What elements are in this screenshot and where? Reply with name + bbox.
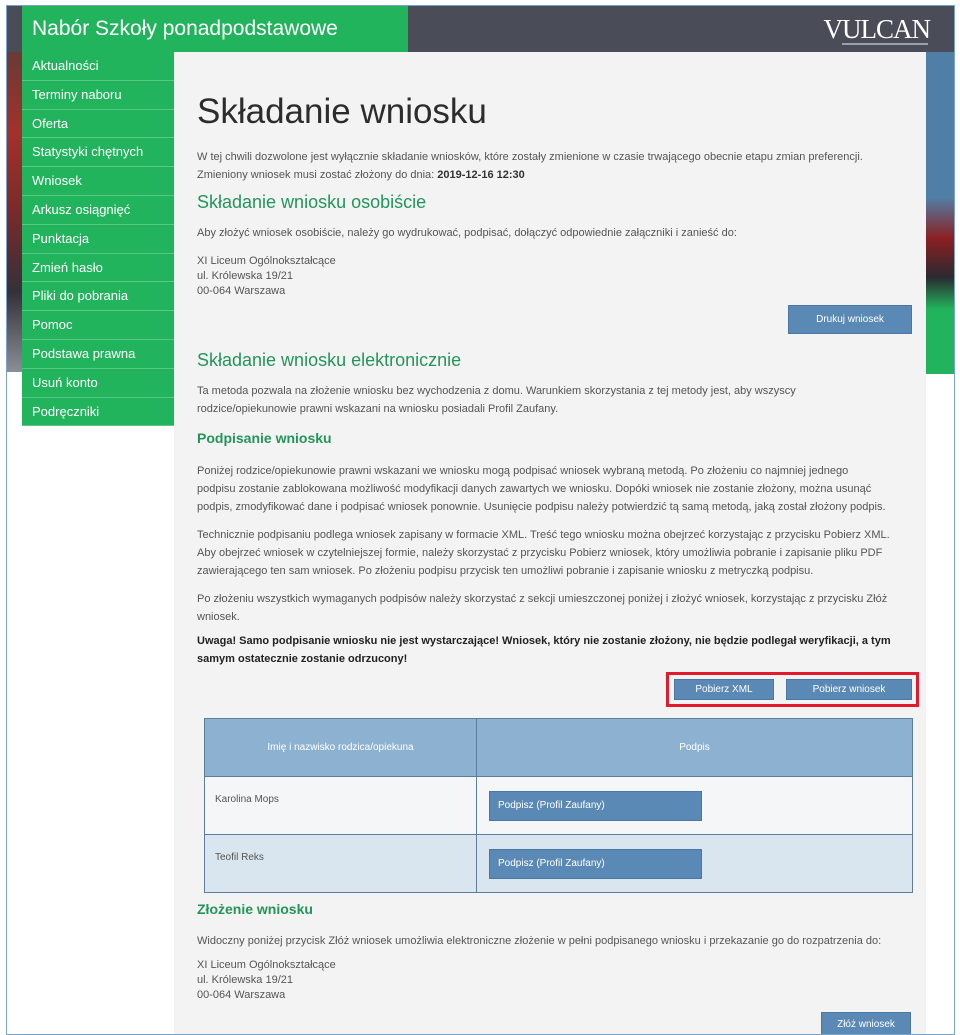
- sidebar-item-statystyki[interactable]: Statystyki chętnych: [22, 138, 174, 168]
- main-content: Składanie wniosku W tej chwili dozwolone…: [174, 52, 926, 1034]
- personal-heading: Składanie wniosku osobiście: [197, 192, 427, 212]
- deadline-label: Zmieniony wniosek musi zostać złożony do…: [197, 169, 435, 181]
- signing-paragraph-3: Po złożeniu wszystkich wymaganych podpis…: [197, 590, 917, 626]
- table-header-row: Imię i nazwisko rodzica/opiekuna Podpis: [204, 718, 913, 777]
- parent-name: Karolina Mops: [204, 776, 477, 835]
- text-line: Poniżej rodzice/opiekunowie prawni wskaz…: [197, 465, 849, 477]
- sidebar-item-arkusz[interactable]: Arkusz osiągnięć: [22, 196, 174, 225]
- sidebar-item-punktacja[interactable]: Punktacja: [22, 225, 174, 254]
- electronic-text: Ta metoda pozwala na złożenie wniosku be…: [197, 382, 917, 418]
- logo-underline: [842, 43, 928, 45]
- deadline-line: Zmieniony wniosek musi zostać złożony do…: [197, 166, 917, 184]
- table-row: Karolina Mops Podpisz (Profil Zaufany): [204, 776, 913, 835]
- sidebar-item-podreczniki[interactable]: Podręczniki: [22, 398, 174, 427]
- sidebar-menu: Aktualności Terminy naboru Oferta Statys…: [22, 52, 174, 427]
- text-line: Ta metoda pozwala na złożenie wniosku be…: [197, 385, 796, 397]
- signing-heading: Podpisanie wniosku: [197, 430, 332, 446]
- sign-trusted-profile-button[interactable]: Podpisz (Profil Zaufany): [489, 790, 702, 821]
- submit-text: Widoczny poniżej przycisk Złóż wniosek u…: [197, 935, 882, 947]
- sidebar-item-podstawa[interactable]: Podstawa prawna: [22, 340, 174, 369]
- intro-text: W tej chwili dozwolone jest wyłącznie sk…: [197, 148, 917, 184]
- sidebar-item-wniosek[interactable]: Wniosek: [22, 167, 174, 196]
- sidebar-item-pliki[interactable]: Pliki do pobrania: [22, 282, 174, 312]
- vulcan-logo: VULCAN: [823, 14, 931, 44]
- text-line: Uwaga! Samo podpisanie wniosku nie jest …: [197, 635, 891, 647]
- text-line: podpis, zmodyfikować dane i podpisać wni…: [197, 501, 886, 513]
- personal-text: Aby złożyć wniosek osobiście, należy go …: [197, 227, 737, 239]
- text-line: podpisu zostanie zablokowana możliwość m…: [197, 483, 872, 495]
- signing-paragraph-2: Technicznie podpisaniu podlega wniosek z…: [197, 526, 917, 580]
- signature-cell: Podpisz (Profil Zaufany): [476, 834, 913, 893]
- browser-frame: Nabór Szkoły ponadpodstawowe VULCAN Aktu…: [6, 5, 955, 1035]
- parent-name: Teofil Reks: [204, 834, 477, 893]
- sign-trusted-profile-button[interactable]: Podpisz (Profil Zaufany): [489, 848, 702, 879]
- submit-heading: Złożenie wniosku: [197, 901, 313, 917]
- table-row: Teofil Reks Podpisz (Profil Zaufany): [204, 834, 913, 893]
- text-line: zawierającego ten sam wniosek. Po złożen…: [197, 565, 814, 577]
- text-line: Technicznie podpisaniu podlega wniosek z…: [197, 529, 890, 541]
- warning-text: Uwaga! Samo podpisanie wniosku nie jest …: [197, 632, 917, 668]
- app-title[interactable]: Nabór Szkoły ponadpodstawowe: [22, 6, 408, 52]
- text-line: wniosek.: [197, 611, 240, 623]
- text-line: Aby obejrzeć wniosek w czytelniejszej fo…: [197, 547, 883, 559]
- signatures-table: Imię i nazwisko rodzica/opiekuna Podpis …: [204, 718, 913, 893]
- deadline-value: 2019-12-16 12:30: [437, 169, 525, 181]
- text-line: samym ostatecznie zostanie odrzucony!: [197, 653, 408, 665]
- download-application-button[interactable]: Pobierz wniosek: [786, 679, 912, 700]
- top-bar: Nabór Szkoły ponadpodstawowe VULCAN: [7, 6, 954, 52]
- text-line: Po złożeniu wszystkich wymaganych podpis…: [197, 593, 888, 605]
- sidebar-item-pomoc[interactable]: Pomoc: [22, 311, 174, 340]
- sidebar-item-zmien-haslo[interactable]: Zmień hasło: [22, 254, 174, 283]
- address-line: XI Liceum Ogólnokształcące: [197, 959, 336, 971]
- sidebar-item-usun-konto[interactable]: Usuń konto: [22, 369, 174, 398]
- column-header-name: Imię i nazwisko rodzica/opiekuna: [204, 718, 477, 777]
- signing-paragraph-1: Poniżej rodzice/opiekunowie prawni wskaz…: [197, 462, 917, 516]
- text-line: rodzice/opiekunowie prawni wskazani na w…: [197, 403, 559, 415]
- address-line: ul. Królewska 19/21: [197, 270, 293, 282]
- address-line: 00-064 Warszawa: [197, 989, 286, 1001]
- address-line: ul. Królewska 19/21: [197, 974, 293, 986]
- electronic-heading: Składanie wniosku elektronicznie: [197, 350, 462, 370]
- signature-cell: Podpisz (Profil Zaufany): [476, 776, 913, 835]
- download-xml-button[interactable]: Pobierz XML: [674, 679, 774, 700]
- sidebar-item-oferta[interactable]: Oferta: [22, 110, 174, 139]
- page-title: Składanie wniosku: [197, 92, 487, 131]
- submit-application-button[interactable]: Złóż wniosek: [821, 1012, 911, 1034]
- print-application-button[interactable]: Drukuj wniosek: [788, 305, 912, 334]
- column-header-signature: Podpis: [476, 718, 913, 777]
- sidebar-item-aktualnosci[interactable]: Aktualności: [22, 52, 174, 81]
- address-line: XI Liceum Ogólnokształcące: [197, 255, 336, 267]
- address-line: 00-064 Warszawa: [197, 285, 286, 297]
- submit-address: XI Liceum Ogólnokształcące ul. Królewska…: [197, 958, 336, 1003]
- sidebar-item-terminy[interactable]: Terminy naboru: [22, 81, 174, 110]
- personal-address: XI Liceum Ogólnokształcące ul. Królewska…: [197, 254, 336, 299]
- intro-line: W tej chwili dozwolone jest wyłącznie sk…: [197, 151, 863, 163]
- hero-image-right: [924, 52, 954, 374]
